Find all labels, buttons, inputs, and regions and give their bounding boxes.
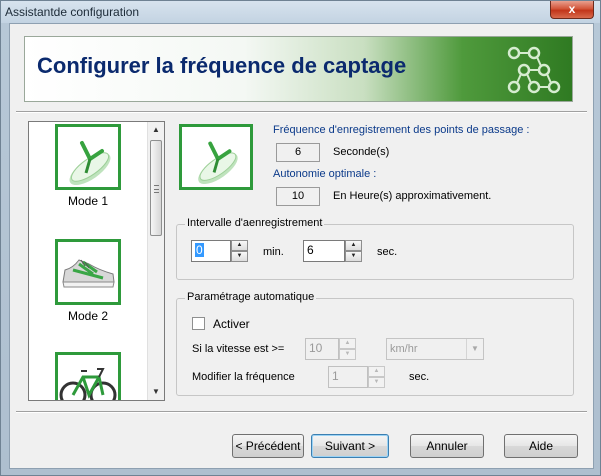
mode-1-icon-frame: [55, 124, 121, 190]
speed-unit-value: km/hr: [390, 343, 418, 355]
mode-2-label: Mode 2: [67, 309, 109, 323]
speed-unit-select[interactable]: km/hr ▼: [386, 338, 484, 360]
speed-down-icon[interactable]: ▼: [339, 349, 356, 360]
modify-up-icon[interactable]: ▲: [368, 366, 385, 377]
frequency-label: Fréquence d'enregistrement des points de…: [273, 124, 530, 136]
seconds-up-icon[interactable]: ▲: [345, 240, 362, 251]
page-title: Configurer la fréquence de captage: [37, 53, 407, 78]
speed-spinner[interactable]: 10 ▲ ▼: [305, 338, 356, 360]
minutes-down-icon[interactable]: ▼: [231, 251, 248, 262]
autonomy-value: 10: [276, 187, 320, 206]
scroll-grip: [154, 185, 159, 193]
sneaker-icon: [62, 259, 115, 288]
scroll-down-icon[interactable]: ▼: [148, 384, 164, 400]
bicycle-icon: [59, 368, 117, 400]
minutes-unit: min.: [263, 246, 284, 258]
mode-2-icon-frame: [55, 239, 121, 305]
interval-group: Intervalle d'aenregistrement 0 ▲ ▼ min. …: [176, 217, 574, 280]
wizard-client-area: Configurer la fréquence de captage Mode …: [9, 23, 594, 469]
cancel-button[interactable]: Annuler: [410, 434, 484, 458]
title-bar[interactable]: Assistantde configuration x: [1, 1, 600, 23]
sandal-icon: [69, 141, 111, 185]
mode-item-1[interactable]: Mode 1: [29, 124, 147, 208]
sandal-icon: [198, 141, 238, 184]
mode-item-2[interactable]: Mode 2: [29, 239, 147, 323]
mode-3-icon-frame: [55, 352, 121, 400]
dots-network-icon: [507, 46, 561, 94]
seconds-spinner[interactable]: 6 ▲ ▼: [303, 240, 362, 262]
modify-down-icon[interactable]: ▼: [368, 377, 385, 388]
frequency-unit: Seconde(s): [333, 146, 390, 158]
seconds-input[interactable]: 6: [303, 240, 345, 262]
modify-frequency-label: Modifier la fréquence: [192, 371, 295, 383]
mode-item-3[interactable]: [29, 352, 147, 400]
speed-up-icon[interactable]: ▲: [339, 338, 356, 349]
mode-list-scrollbar[interactable]: ▲ ▼: [147, 122, 164, 400]
header-separator: [16, 111, 587, 113]
close-icon: x: [568, 2, 576, 16]
activate-label[interactable]: Activer: [213, 317, 250, 331]
header-banner: Configurer la fréquence de captage: [24, 36, 573, 102]
previous-button[interactable]: < Précédent: [232, 434, 304, 458]
interval-group-title: Intervalle d'aenregistrement: [185, 217, 325, 229]
scroll-thumb[interactable]: [150, 140, 162, 236]
seconds-unit: sec.: [377, 246, 398, 258]
auto-group-title: Paramétrage automatique: [185, 291, 317, 303]
window-title: Assistantde configuration: [5, 5, 140, 19]
footer-separator: [16, 411, 587, 413]
wizard-window: Assistantde configuration x Configurer l…: [0, 0, 601, 476]
auto-settings-group: Paramétrage automatique Activer Si la vi…: [176, 291, 574, 396]
autonomy-unit: En Heure(s) approximativement.: [333, 190, 492, 202]
modify-frequency-unit: sec.: [409, 371, 430, 383]
mode-1-label: Mode 1: [67, 194, 109, 208]
speed-threshold-label: Si la vitesse est >=: [192, 343, 285, 355]
autonomy-label: Autonomie optimale :: [273, 168, 377, 180]
modify-frequency-input[interactable]: 1: [328, 366, 368, 388]
selected-mode-preview: [179, 124, 253, 190]
mode-list[interactable]: Mode 1 Mode 2 ▲ ▼: [28, 121, 165, 401]
minutes-up-icon[interactable]: ▲: [231, 240, 248, 251]
minutes-input[interactable]: 0: [191, 240, 231, 262]
seconds-down-icon[interactable]: ▼: [345, 251, 362, 262]
speed-input[interactable]: 10: [305, 338, 339, 360]
activate-checkbox[interactable]: [192, 317, 205, 330]
next-button[interactable]: Suivant >: [311, 434, 389, 458]
scroll-up-icon[interactable]: ▲: [148, 122, 164, 138]
minutes-spinner[interactable]: 0 ▲ ▼: [191, 240, 248, 262]
chevron-down-icon[interactable]: ▼: [466, 339, 483, 359]
modify-frequency-spinner[interactable]: 1 ▲ ▼: [328, 366, 385, 388]
frequency-value: 6: [276, 143, 320, 162]
help-button[interactable]: Aide: [504, 434, 578, 458]
close-button[interactable]: x: [550, 1, 594, 19]
